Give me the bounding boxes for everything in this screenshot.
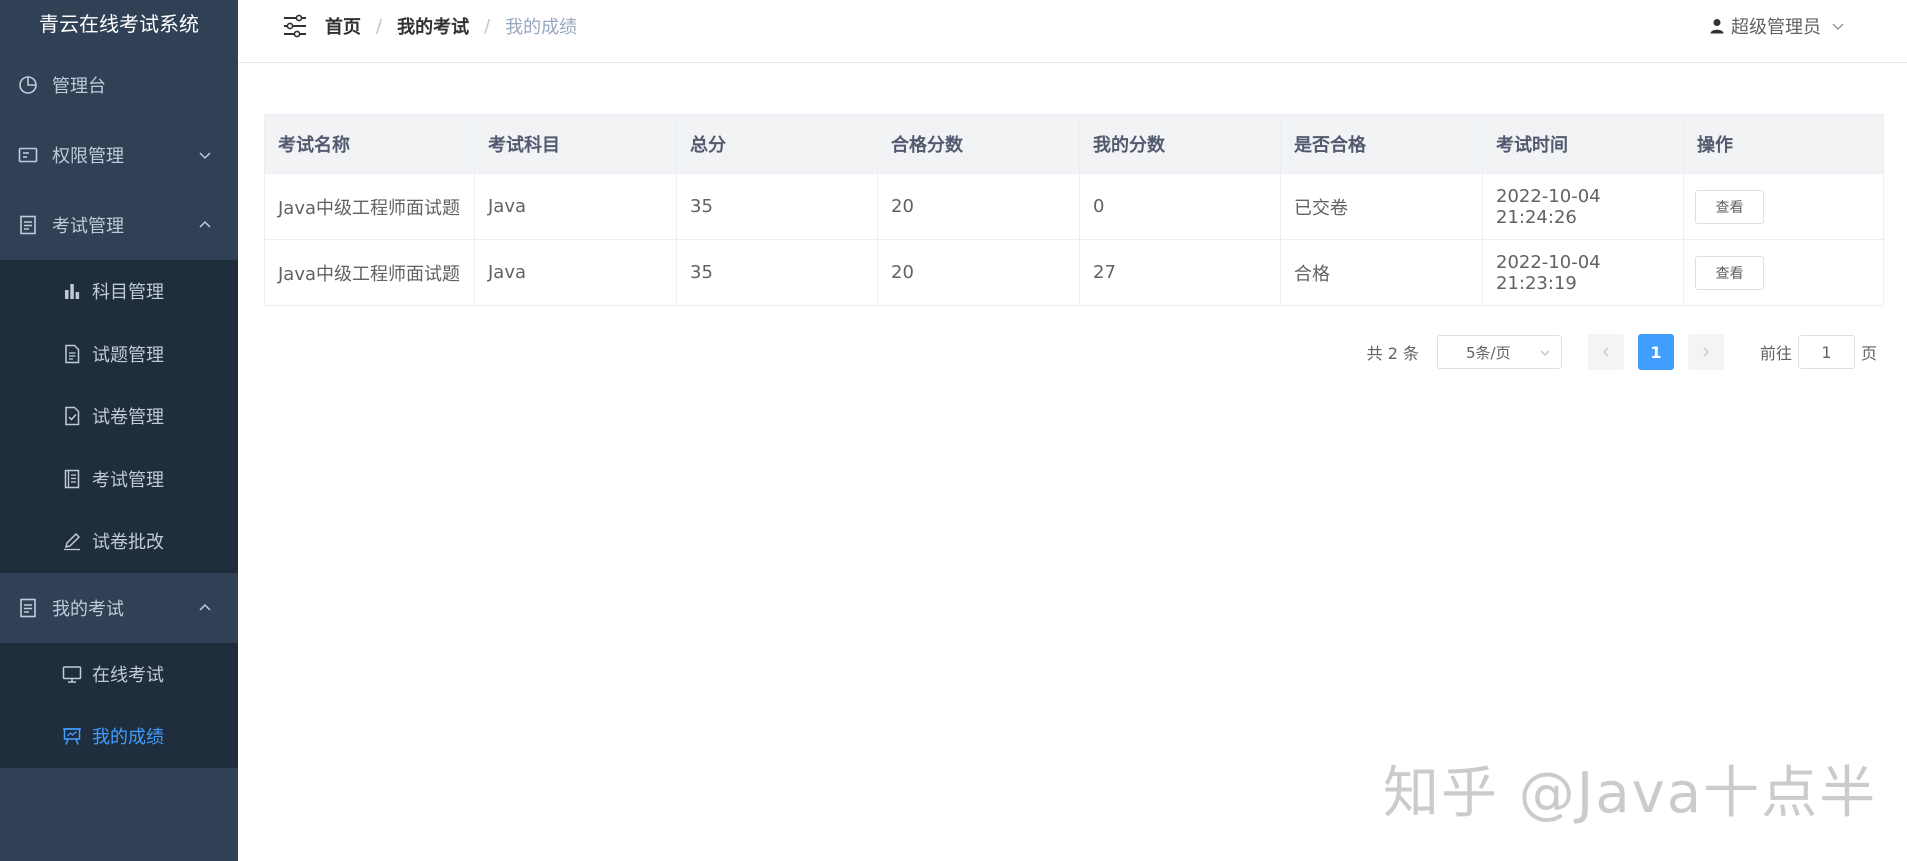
- exam-time-cell: 2022-10-04 21:23:19: [1482, 239, 1684, 306]
- page-size-select[interactable]: 5条/页: [1436, 335, 1562, 369]
- pagination: 共 2 条 5条/页 1 前往 页: [1367, 334, 1877, 370]
- notebook-icon: [62, 469, 82, 489]
- action-cell: 查看: [1683, 239, 1884, 306]
- presentation-board-icon: [62, 726, 82, 746]
- sidebar-item-label: 考试管理: [52, 216, 124, 237]
- sidebar-item-label: 试卷批改: [92, 532, 164, 554]
- column-header: 是否合格: [1280, 114, 1483, 174]
- chevron-right-icon: [1700, 346, 1712, 358]
- submenu-exam-management: 科目管理 试题管理 试卷管理 考试管理 试卷批改: [0, 260, 238, 573]
- sidebar-item-label: 试题管理: [92, 344, 164, 366]
- goto-page-input[interactable]: [1797, 335, 1855, 369]
- view-button[interactable]: 查看: [1695, 255, 1764, 290]
- column-header: 合格分数: [877, 114, 1080, 174]
- goto-prefix: 前往: [1759, 344, 1792, 363]
- id-card-icon: [18, 145, 38, 165]
- file-check-icon: [62, 406, 82, 426]
- sidebar: 青云在线考试系统 管理台 权限管理 考试管理 科目管理 试题管理 试卷管理 考试…: [0, 0, 238, 861]
- next-page-button[interactable]: [1687, 334, 1724, 370]
- monitor-icon: [62, 664, 82, 684]
- file-text-icon: [62, 344, 82, 364]
- sidebar-item-label: 我的成绩: [92, 727, 164, 749]
- pass-score-cell: 20: [877, 239, 1080, 306]
- my-score-cell: 0: [1079, 173, 1281, 240]
- page-number-button[interactable]: 1: [1637, 334, 1674, 370]
- view-button[interactable]: 查看: [1695, 189, 1764, 224]
- column-header: 我的分数: [1079, 114, 1281, 174]
- sidebar-item-online-exam[interactable]: 在线考试: [0, 643, 238, 706]
- table-row: Java中级工程师面试题 Java 35 20 0 已交卷 2022-10-04…: [264, 173, 1884, 240]
- sidebar-item-exam-management[interactable]: 考试管理: [0, 190, 238, 260]
- exam-name-cell: Java中级工程师面试题: [264, 173, 475, 240]
- sidebar-item-label: 科目管理: [92, 282, 164, 304]
- exam-name-cell: Java中级工程师面试题: [264, 239, 475, 306]
- pagination-total: 共 2 条: [1366, 344, 1419, 363]
- sidebar-item-label: 试卷管理: [92, 407, 164, 429]
- chevron-left-icon: [1600, 346, 1612, 358]
- user-menu[interactable]: 超级管理员: [1709, 13, 1845, 39]
- breadcrumb: 首页 / 我的考试 / 我的成绩: [325, 13, 577, 39]
- breadcrumb-separator: /: [484, 15, 491, 37]
- chevron-up-icon: [198, 218, 212, 232]
- edit-pen-icon: [62, 531, 82, 551]
- subject-cell: Java: [474, 173, 677, 240]
- pie-chart-icon: [18, 75, 38, 95]
- sidebar-item-questions[interactable]: 试题管理: [0, 323, 238, 386]
- goto-suffix: 页: [1860, 344, 1877, 363]
- chevron-down-icon: [1831, 19, 1845, 33]
- breadcrumb-my-exams[interactable]: 我的考试: [397, 13, 469, 39]
- sidebar-item-permissions[interactable]: 权限管理: [0, 120, 238, 190]
- sidebar-item-grading[interactable]: 试卷批改: [0, 510, 238, 573]
- table-row: Java中级工程师面试题 Java 35 20 27 合格 2022-10-04…: [264, 239, 1884, 306]
- sidebar-item-label: 考试管理: [92, 469, 164, 491]
- app-title: 青云在线考试系统: [39, 12, 199, 36]
- sidebar-item-my-scores[interactable]: 我的成绩: [0, 705, 238, 768]
- exam-time-cell: 2022-10-04 21:24:26: [1482, 173, 1684, 240]
- document-icon: [18, 215, 38, 235]
- sidebar-item-label: 在线考试: [92, 664, 164, 686]
- sidebar-toggle-icon[interactable]: [282, 13, 308, 39]
- user-name: 超级管理员: [1731, 17, 1821, 38]
- user-icon: [1709, 18, 1725, 34]
- sidebar-item-label: 权限管理: [52, 146, 124, 167]
- page-size-value: 5条/页: [1465, 343, 1511, 362]
- sidebar-item-my-exams[interactable]: 我的考试: [0, 572, 238, 643]
- breadcrumb-home[interactable]: 首页: [325, 13, 361, 39]
- sidebar-item-exams[interactable]: 考试管理: [0, 448, 238, 511]
- page-jumper: 前往 页: [1760, 335, 1877, 369]
- top-navbar: 首页 / 我的考试 / 我的成绩 超级管理员: [238, 0, 1907, 63]
- column-header: 考试名称: [264, 114, 475, 174]
- subject-cell: Java: [474, 239, 677, 306]
- action-cell: 查看: [1683, 173, 1884, 240]
- document-icon: [18, 598, 38, 618]
- total-score-cell: 35: [676, 239, 878, 306]
- breadcrumb-current: 我的成绩: [505, 17, 578, 38]
- watermark: 知乎 @Java十点半: [1383, 761, 1878, 826]
- chevron-up-icon: [198, 601, 212, 615]
- bar-chart-icon: [62, 281, 82, 301]
- my-score-cell: 27: [1079, 239, 1281, 306]
- sidebar-item-papers[interactable]: 试卷管理: [0, 385, 238, 448]
- prev-page-button[interactable]: [1587, 334, 1624, 370]
- column-header: 考试科目: [474, 114, 677, 174]
- pass-score-cell: 20: [877, 173, 1080, 240]
- column-header: 考试时间: [1482, 114, 1684, 174]
- chevron-down-icon: [198, 148, 212, 162]
- submenu-my-exams: 在线考试 我的成绩: [0, 642, 238, 768]
- sidebar-item-dashboard[interactable]: 管理台: [0, 50, 238, 120]
- sidebar-item-label: 我的考试: [52, 598, 124, 620]
- status-cell: 已交卷: [1280, 173, 1483, 240]
- sidebar-item-subjects[interactable]: 科目管理: [0, 260, 238, 323]
- breadcrumb-separator: /: [376, 15, 383, 37]
- table-header-row: 考试名称 考试科目 总分 合格分数 我的分数 是否合格 考试时间 操作: [264, 114, 1884, 174]
- status-cell: 合格: [1280, 239, 1483, 306]
- sidebar-item-label: 管理台: [52, 76, 106, 97]
- total-score-cell: 35: [676, 173, 878, 240]
- scores-table: 考试名称 考试科目 总分 合格分数 我的分数 是否合格 考试时间 操作 Java…: [264, 114, 1884, 306]
- chevron-down-icon: [1539, 347, 1551, 359]
- column-header: 操作: [1683, 114, 1884, 174]
- column-header: 总分: [676, 114, 878, 174]
